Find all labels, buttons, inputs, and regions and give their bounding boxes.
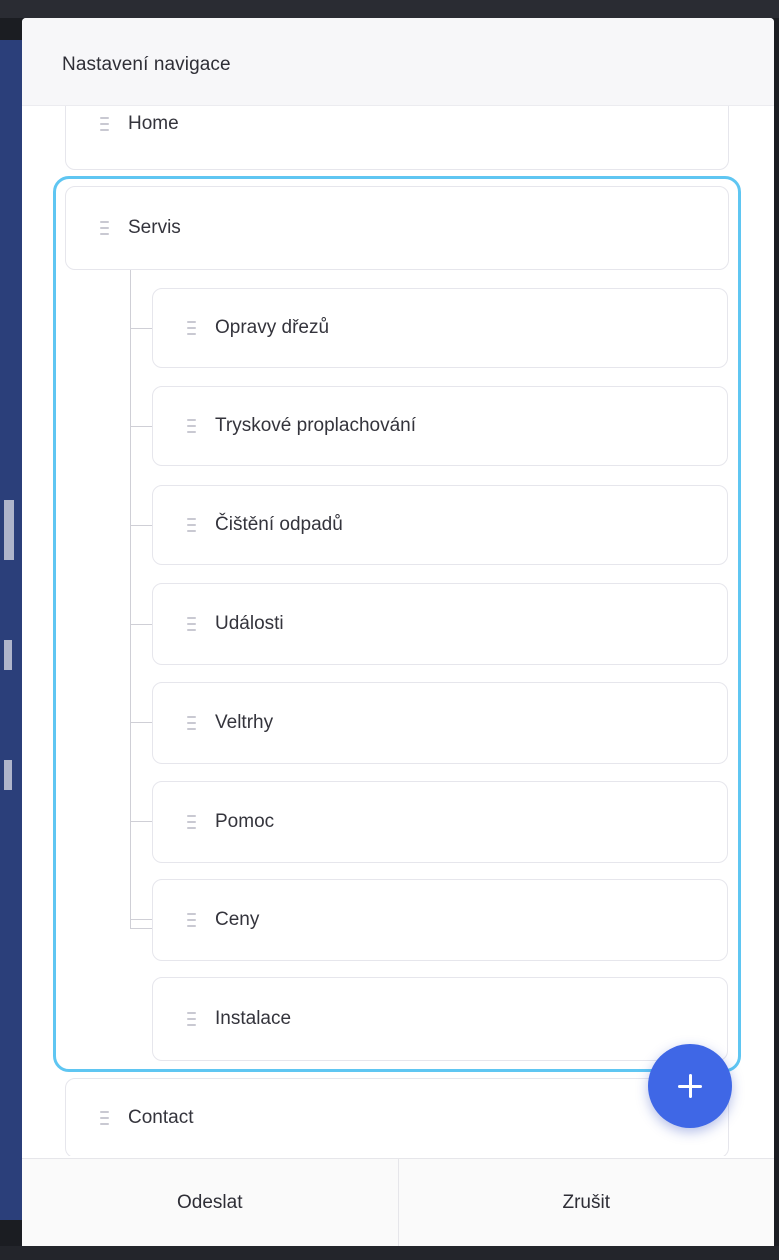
- drag-handle-icon[interactable]: [187, 419, 196, 433]
- nav-child-item[interactable]: Opravy dřezů: [152, 288, 728, 368]
- nav-child-item[interactable]: Instalace: [152, 977, 728, 1061]
- drag-handle-icon[interactable]: [187, 1012, 196, 1026]
- nav-item-label: Instalace: [215, 1008, 292, 1029]
- nav-item-label: Contact: [128, 1107, 194, 1128]
- dialog-header: Nastavení navigace: [22, 18, 774, 106]
- nav-item-label: Události: [215, 613, 284, 634]
- nav-item-label: Pomoc: [215, 811, 275, 832]
- nav-item-label: Veltrhy: [215, 712, 274, 733]
- drag-handle-icon[interactable]: [187, 913, 196, 927]
- drag-handle-icon[interactable]: [100, 117, 109, 131]
- nav-item-label: Opravy dřezů: [215, 317, 330, 338]
- dialog-title: Nastavení navigace: [62, 54, 231, 75]
- nav-item-home[interactable]: Home: [65, 106, 729, 170]
- tree-connector: [130, 919, 152, 920]
- nav-item-label: Tryskové proplachování: [215, 415, 417, 436]
- drag-handle-icon[interactable]: [187, 617, 196, 631]
- drag-handle-icon[interactable]: [187, 518, 196, 532]
- background-app-header: [0, 0, 779, 18]
- drag-handle-icon[interactable]: [100, 221, 109, 235]
- nav-item-label: Home: [128, 113, 179, 134]
- nav-item-label: Čištění odpadů: [215, 514, 343, 535]
- drag-handle-icon[interactable]: [187, 321, 196, 335]
- add-item-button[interactable]: [648, 1044, 732, 1128]
- nav-child-item[interactable]: Události: [152, 583, 728, 665]
- nav-item-contact[interactable]: Contact: [65, 1078, 729, 1156]
- tree-connector: [130, 426, 152, 427]
- tree-connector: [130, 624, 152, 625]
- background-app-fragment: [4, 760, 12, 790]
- navigation-tree: Home Servis Opravy dřezů Tryskové propla…: [22, 106, 774, 1156]
- tree-connector: [130, 928, 152, 929]
- tree-connector: [130, 328, 152, 329]
- dialog-footer: Odeslat Zrušit: [22, 1158, 774, 1246]
- drag-handle-icon[interactable]: [100, 1111, 109, 1125]
- background-app-fragment: [4, 500, 14, 560]
- submit-button[interactable]: Odeslat: [22, 1159, 399, 1246]
- tree-connector: [130, 722, 152, 723]
- nav-child-item[interactable]: Tryskové proplachování: [152, 386, 728, 466]
- navigation-settings-dialog: Nastavení navigace Home Servis Opravy dř…: [22, 18, 774, 1246]
- cancel-button[interactable]: Zrušit: [399, 1159, 775, 1246]
- nav-child-item[interactable]: Ceny: [152, 879, 728, 961]
- nav-item-servis[interactable]: Servis: [65, 186, 729, 270]
- nav-item-label: Ceny: [215, 909, 260, 930]
- background-app-sidebar: [0, 40, 22, 1220]
- background-app-footer: [0, 1246, 779, 1260]
- drag-handle-icon[interactable]: [187, 815, 196, 829]
- tree-connector: [130, 821, 152, 822]
- background-app-fragment: [4, 640, 12, 670]
- nav-child-item[interactable]: Veltrhy: [152, 682, 728, 764]
- tree-connector: [130, 525, 152, 526]
- nav-item-label: Servis: [128, 217, 181, 238]
- nav-child-item[interactable]: Pomoc: [152, 781, 728, 863]
- tree-connector: [130, 270, 131, 928]
- drag-handle-icon[interactable]: [187, 716, 196, 730]
- nav-child-item[interactable]: Čištění odpadů: [152, 485, 728, 565]
